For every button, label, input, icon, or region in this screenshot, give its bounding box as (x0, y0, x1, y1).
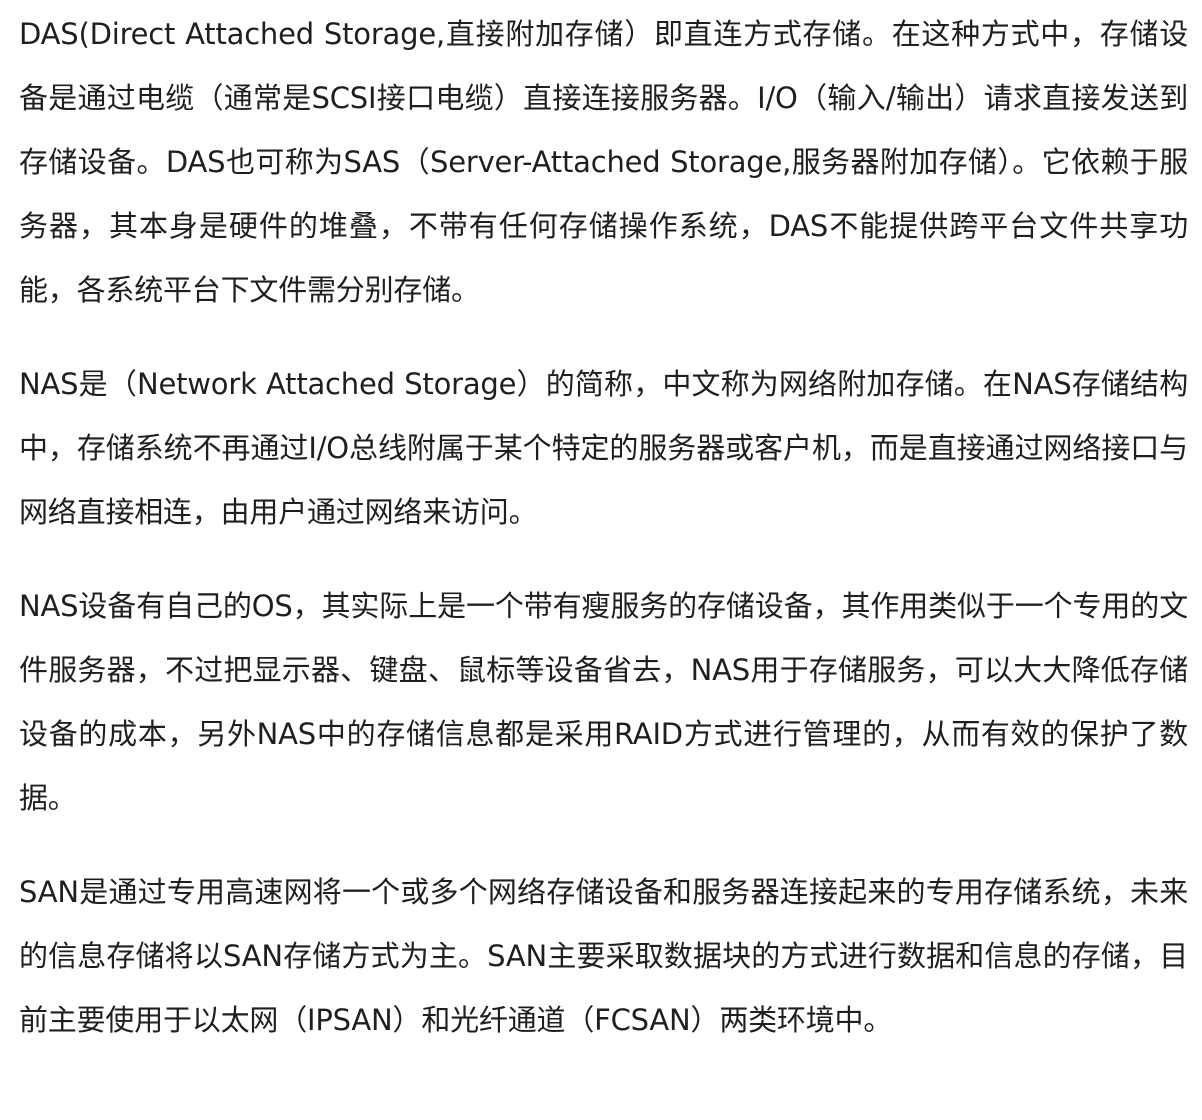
paragraph-nas-definition: NAS是（Network Attached Storage）的简称，中文称为网络… (19, 367, 1188, 529)
paragraph-san: SAN是通过专用高速网将一个或多个网络存储设备和服务器连接起来的专用存储系统，未… (19, 875, 1188, 1037)
paragraph-das: DAS(Direct Attached Storage,直接附加存储）即直连方式… (19, 17, 1188, 307)
document-body: DAS(Direct Attached Storage,直接附加存储）即直连方式… (0, 0, 1202, 1120)
paragraph-nas-device: NAS设备有自己的OS，其实际上是一个带有瘦服务的存储设备，其作用类似于一个专用… (19, 589, 1188, 815)
